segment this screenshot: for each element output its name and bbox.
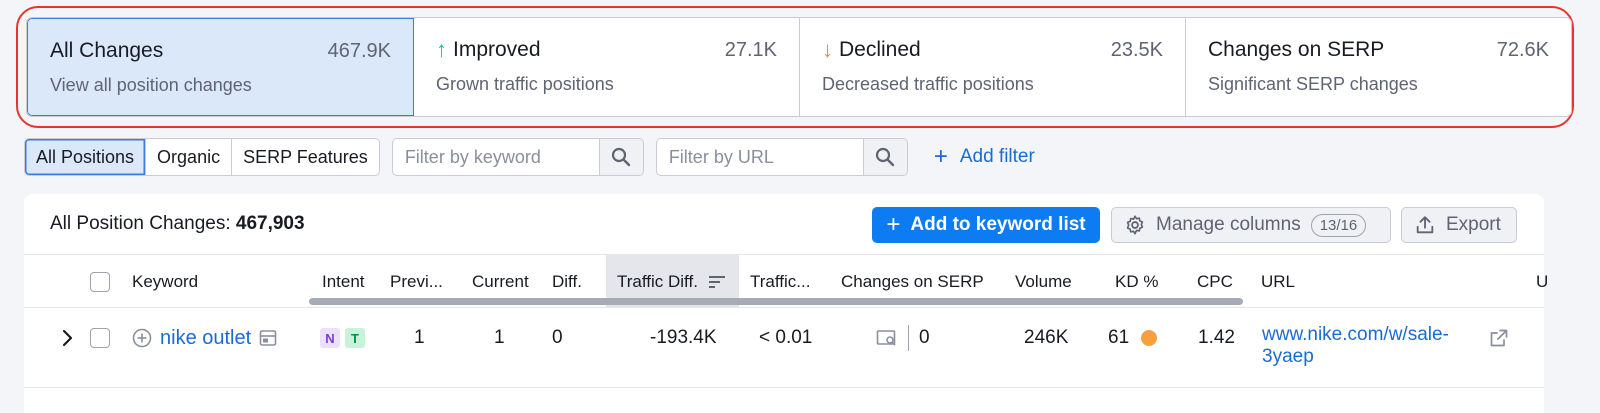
card-count: 27.1K — [724, 38, 777, 61]
keyword-filter-input[interactable] — [392, 139, 599, 175]
keyword-search-button[interactable] — [598, 139, 643, 175]
intent-transactional-badge: T — [345, 328, 365, 348]
cpc-value: 1.42 — [1198, 327, 1235, 348]
card-subtitle: Grown traffic positions — [436, 74, 614, 94]
external-link-icon — [1490, 329, 1508, 347]
arrow-up-icon: ↑ — [436, 37, 447, 62]
select-all-checkbox[interactable] — [90, 255, 110, 308]
intent-navigational-badge: N — [320, 328, 340, 348]
url-cell: www.nike.com/w/sale- 3yaep — [1262, 324, 1449, 368]
segment-serp-features[interactable]: SERP Features — [232, 139, 379, 175]
upload-icon — [1416, 216, 1434, 234]
card-changes-on-serp[interactable]: Changes on SERP 72.6K Significant SERP c… — [1186, 18, 1571, 116]
serp-changes-cell: 0 — [876, 308, 930, 368]
table-summary: All Position Changes: 467,903 — [50, 213, 305, 234]
serp-changes-count: 0 — [919, 327, 930, 348]
keyword-link[interactable]: nike outlet — [160, 327, 251, 350]
keyword-filter — [391, 138, 644, 176]
table-toolbar: All Position Changes: 467,903 + Add to k… — [24, 194, 1544, 254]
add-to-keyword-list-button[interactable]: + Add to keyword list — [872, 207, 1100, 243]
card-title: All Changes — [50, 39, 164, 62]
chevron-right-icon — [62, 329, 73, 347]
manage-columns-button[interactable]: Manage columns 13/16 — [1111, 207, 1391, 243]
columns-count-badge: 13/16 — [1310, 213, 1367, 237]
column-u[interactable]: U — [1536, 255, 1548, 308]
url-filter-input[interactable] — [656, 139, 863, 175]
card-title: Changes on SERP — [1208, 38, 1385, 61]
export-button[interactable]: Export — [1401, 207, 1517, 243]
intent-cell: N T — [320, 308, 370, 368]
position-changes-table: All Position Changes: 467,903 + Add to k… — [24, 194, 1548, 413]
url-filter — [655, 138, 908, 176]
traffic-value: < 0.01 — [759, 327, 813, 348]
kd-difficulty-dot — [1141, 330, 1158, 346]
segment-all-positions[interactable]: All Positions — [25, 139, 147, 175]
card-subtitle: View all position changes — [50, 75, 252, 95]
card-declined[interactable]: ↓ Declined 23.5K Decreased traffic posit… — [800, 18, 1186, 116]
plus-icon: + — [886, 211, 901, 238]
kd-value: 61 — [1108, 327, 1130, 348]
url-link[interactable]: www.nike.com/w/sale- 3yaep — [1262, 324, 1449, 368]
card-subtitle: Significant SERP changes — [1208, 74, 1418, 94]
card-subtitle: Decreased traffic positions — [822, 74, 1034, 94]
volume-value: 246K — [1024, 327, 1069, 348]
gear-icon — [1126, 215, 1144, 235]
horizontal-scrollbar[interactable] — [309, 298, 1243, 305]
kd-cell: 61 — [1108, 308, 1158, 368]
current-position: 1 — [494, 327, 505, 348]
filters-bar: All Positions Organic SERP Features + Ad… — [24, 138, 1035, 176]
add-filter-button[interactable]: + Add filter — [934, 143, 1035, 171]
card-count: 72.6K — [1496, 38, 1549, 61]
previous-position: 1 — [414, 327, 425, 348]
summary-cards: All Changes 467.9K View all position cha… — [26, 17, 1572, 117]
sort-descending-icon — [708, 275, 725, 288]
expand-row-button[interactable] — [62, 308, 74, 368]
card-improved[interactable]: ↑ Improved 27.1K Grown traffic positions — [414, 18, 800, 116]
table-header: Keyword Intent Previ... Current Diff. Tr… — [24, 254, 1548, 308]
serp-view-icon[interactable] — [876, 329, 898, 347]
divider — [908, 325, 909, 351]
plus-icon: + — [933, 143, 948, 170]
card-count: 23.5K — [1110, 38, 1163, 61]
position-type-toggle: All Positions Organic SERP Features — [24, 138, 380, 176]
card-all-changes[interactable]: All Changes 467.9K View all position cha… — [27, 18, 414, 116]
search-icon — [612, 147, 631, 167]
column-url[interactable]: URL — [1261, 255, 1295, 308]
column-keyword[interactable]: Keyword — [132, 255, 198, 308]
segment-organic[interactable]: Organic — [146, 139, 233, 175]
card-title: ↓ Declined — [822, 37, 921, 62]
position-diff: 0 — [552, 327, 563, 348]
open-external-button[interactable] — [1489, 308, 1509, 368]
keyword-cell: nike outlet — [132, 308, 277, 368]
table-row: nike outlet N T 1 1 0 -193.4K < 0.01 0 2… — [24, 308, 1544, 388]
row-checkbox[interactable] — [90, 308, 110, 368]
url-search-button[interactable] — [862, 139, 907, 175]
card-title: ↑ Improved — [436, 37, 541, 62]
arrow-down-icon: ↓ — [822, 37, 833, 62]
add-circle-icon[interactable] — [132, 328, 152, 348]
summary-count: 467,903 — [235, 213, 305, 234]
serp-snapshot-icon[interactable] — [259, 329, 277, 347]
search-icon — [876, 147, 895, 167]
card-count: 467.9K — [327, 39, 391, 62]
traffic-diff-value: -193.4K — [650, 327, 717, 348]
